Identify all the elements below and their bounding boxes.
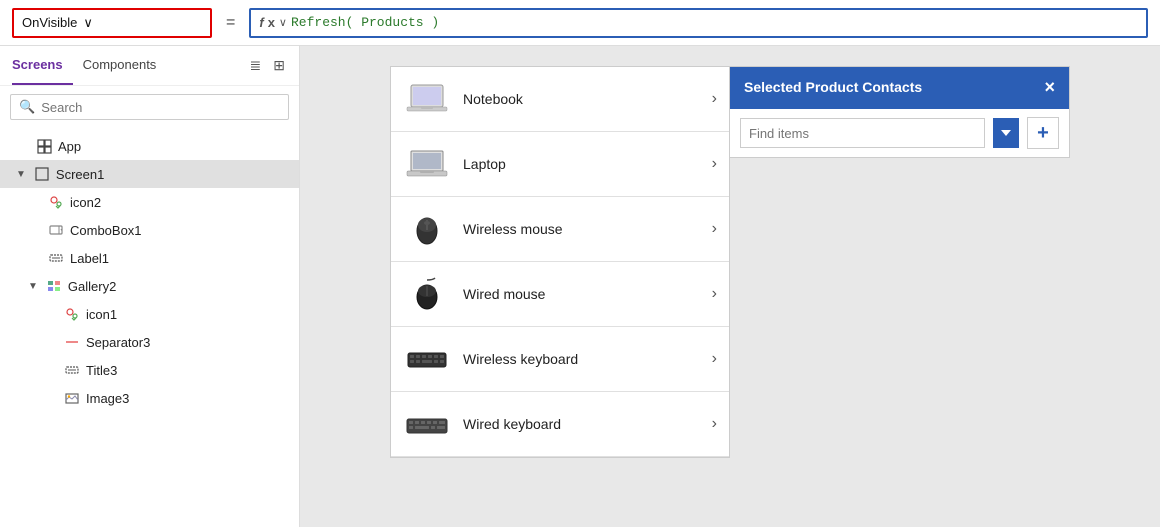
right-panel-header: Selected Product Contacts × bbox=[730, 67, 1069, 107]
tree-item-separator3[interactable]: Separator3 bbox=[0, 328, 299, 356]
right-panel-footer: + bbox=[730, 109, 1069, 157]
tree-item-screen1[interactable]: ▼ Screen1 bbox=[0, 160, 299, 188]
find-items-input[interactable] bbox=[740, 118, 985, 148]
gallery-item-notebook[interactable]: Notebook › bbox=[391, 67, 729, 132]
gallery-item-wired-keyboard[interactable]: Wired keyboard › bbox=[391, 392, 729, 457]
gallery-item-laptop[interactable]: Laptop › bbox=[391, 132, 729, 197]
wired-mouse-image bbox=[403, 274, 451, 314]
add-button[interactable]: + bbox=[1027, 117, 1059, 149]
separator3-label: Separator3 bbox=[86, 335, 150, 350]
label1-label: Label1 bbox=[70, 251, 109, 266]
notebook-label: Notebook bbox=[463, 91, 700, 107]
gallery-item-wireless-keyboard[interactable]: Wireless keyboard › bbox=[391, 327, 729, 392]
wireless-keyboard-label: Wireless keyboard bbox=[463, 351, 700, 367]
tree-item-icon2[interactable]: icon2 bbox=[0, 188, 299, 216]
fx-chevron: ∨ bbox=[279, 16, 287, 29]
combobox-icon bbox=[48, 222, 64, 238]
formula-name-dropdown[interactable]: OnVisible ∨ bbox=[12, 8, 212, 38]
close-button[interactable]: × bbox=[1044, 77, 1055, 98]
screen-icon bbox=[34, 166, 50, 182]
image3-label: Image3 bbox=[86, 391, 129, 406]
notebook-chevron: › bbox=[712, 90, 717, 108]
icon1-label: icon1 bbox=[86, 307, 117, 322]
formula-text: Refresh( Products ) bbox=[291, 15, 439, 30]
equals-sign: = bbox=[222, 14, 239, 32]
list-view-icon[interactable]: ≣ bbox=[248, 55, 264, 76]
tree-item-combobox1[interactable]: ComboBox1 bbox=[0, 216, 299, 244]
gallery2-label: Gallery2 bbox=[68, 279, 116, 294]
laptop-label: Laptop bbox=[463, 156, 700, 172]
icon2-icon bbox=[48, 194, 64, 210]
image3-icon bbox=[64, 390, 80, 406]
tree-item-title3[interactable]: Title3 bbox=[0, 356, 299, 384]
fx-icon2: x bbox=[268, 15, 275, 30]
formula-bar[interactable]: f x ∨ Refresh( Products ) bbox=[249, 8, 1148, 38]
icon1-icon bbox=[64, 306, 80, 322]
wireless-keyboard-image bbox=[403, 339, 451, 379]
tree-item-app[interactable]: App bbox=[0, 132, 299, 160]
wireless-mouse-image bbox=[403, 209, 451, 249]
top-bar: OnVisible ∨ = f x ∨ Refresh( Products ) bbox=[0, 0, 1160, 46]
gallery-panel: Notebook › Laptop › bbox=[390, 66, 730, 458]
search-icon: 🔍 bbox=[19, 99, 35, 115]
right-panel: Selected Product Contacts × + bbox=[730, 66, 1070, 158]
gallery2-expand-arrow: ▼ bbox=[28, 281, 38, 292]
label-icon bbox=[48, 250, 64, 266]
tree-item-label1[interactable]: Label1 bbox=[0, 244, 299, 272]
center-area: Notebook › Laptop › bbox=[300, 46, 1160, 527]
find-items-dropdown[interactable] bbox=[993, 118, 1019, 148]
wireless-mouse-label: Wireless mouse bbox=[463, 221, 700, 237]
screen1-label: Screen1 bbox=[56, 167, 104, 182]
tab-components[interactable]: Components bbox=[83, 46, 167, 85]
wireless-keyboard-chevron: › bbox=[712, 350, 717, 368]
tree-area: App ▼ Screen1 i bbox=[0, 128, 299, 527]
right-panel-title: Selected Product Contacts bbox=[744, 79, 922, 95]
tab-icons: ≣ ⊞ bbox=[248, 55, 287, 76]
search-box: 🔍 bbox=[10, 94, 289, 120]
wired-keyboard-image bbox=[403, 404, 451, 444]
formula-name-label: OnVisible bbox=[22, 15, 77, 30]
notebook-image bbox=[403, 79, 451, 119]
laptop-image bbox=[403, 144, 451, 184]
wired-mouse-chevron: › bbox=[712, 285, 717, 303]
app-label: App bbox=[58, 139, 81, 154]
fx-icon: f bbox=[259, 15, 263, 30]
laptop-chevron: › bbox=[712, 155, 717, 173]
wireless-mouse-chevron: › bbox=[712, 220, 717, 238]
search-input[interactable] bbox=[41, 100, 280, 115]
wired-mouse-label: Wired mouse bbox=[463, 286, 700, 302]
gallery-item-wired-mouse[interactable]: Wired mouse › bbox=[391, 262, 729, 327]
main-area: Screens Components ≣ ⊞ 🔍 App bbox=[0, 46, 1160, 527]
grid-view-icon[interactable]: ⊞ bbox=[271, 55, 287, 76]
combobox1-label: ComboBox1 bbox=[70, 223, 142, 238]
formula-name-chevron: ∨ bbox=[83, 15, 93, 31]
gallery-item-wireless-mouse[interactable]: Wireless mouse › bbox=[391, 197, 729, 262]
tab-row: Screens Components ≣ ⊞ bbox=[0, 46, 299, 86]
title3-icon bbox=[64, 362, 80, 378]
tree-item-image3[interactable]: Image3 bbox=[0, 384, 299, 412]
gallery-icon bbox=[46, 278, 62, 294]
wired-keyboard-chevron: › bbox=[712, 415, 717, 433]
tree-item-icon1[interactable]: icon1 bbox=[0, 300, 299, 328]
wired-keyboard-label: Wired keyboard bbox=[463, 416, 700, 432]
separator-icon bbox=[64, 334, 80, 350]
tab-screens[interactable]: Screens bbox=[12, 46, 73, 85]
left-panel: Screens Components ≣ ⊞ 🔍 App bbox=[0, 46, 300, 527]
title3-label: Title3 bbox=[86, 363, 117, 378]
icon2-label: icon2 bbox=[70, 195, 101, 210]
screen1-expand-arrow: ▼ bbox=[16, 169, 26, 180]
app-icon bbox=[36, 138, 52, 154]
tree-item-gallery2[interactable]: ▼ Gallery2 bbox=[0, 272, 299, 300]
